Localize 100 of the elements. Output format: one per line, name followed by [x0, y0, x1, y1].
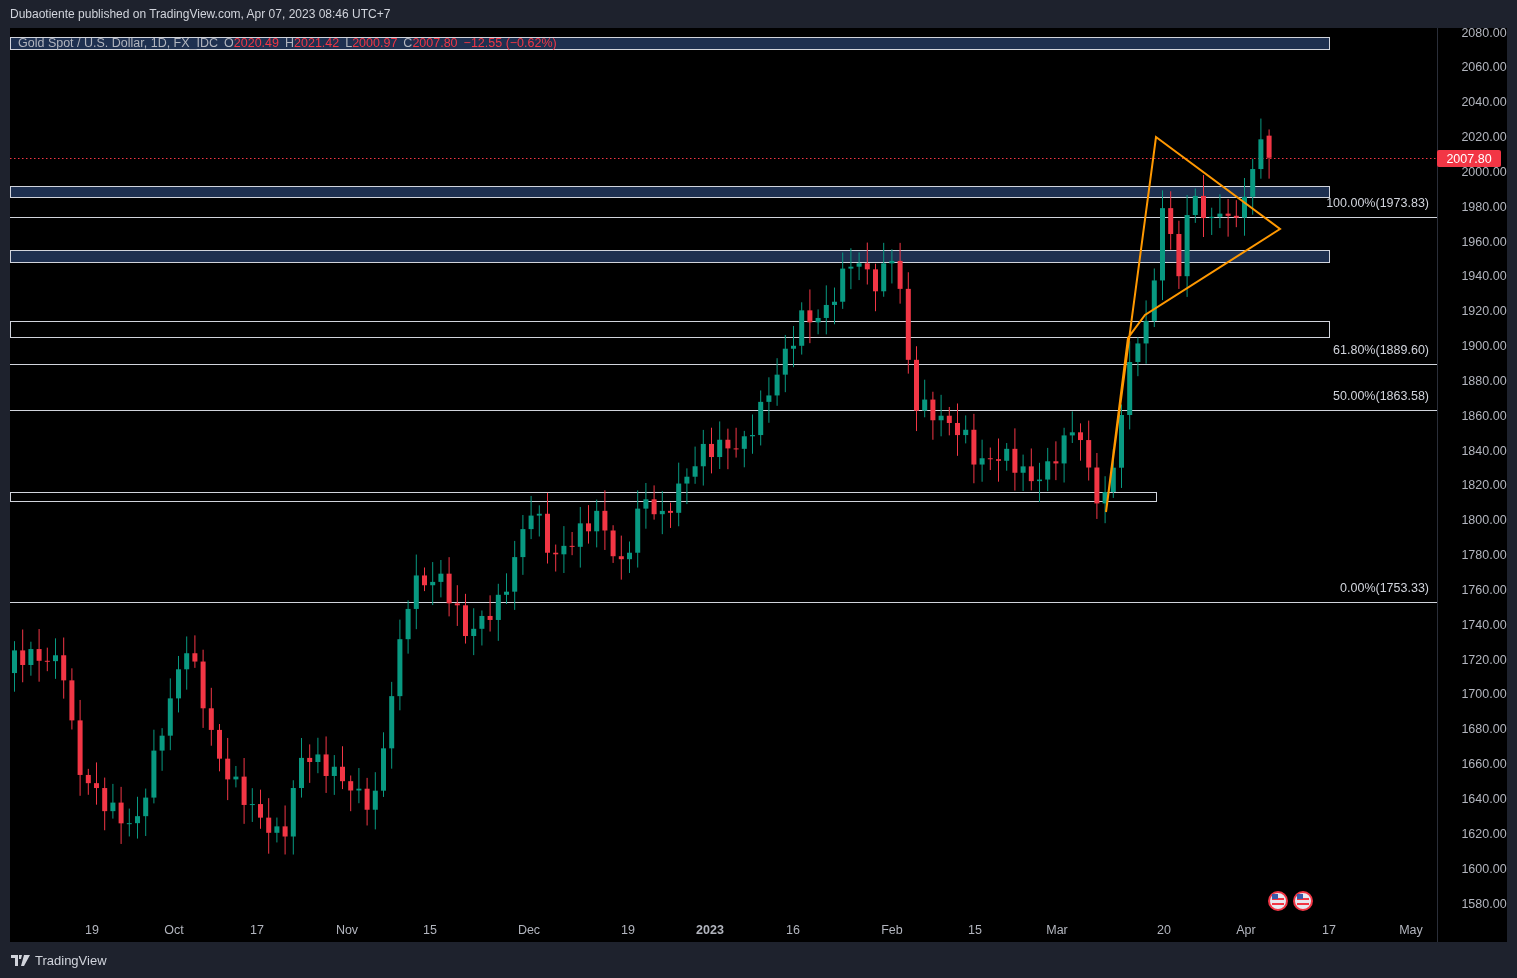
candlestick	[815, 308, 821, 335]
time-axis-label: 20	[1157, 923, 1171, 937]
candlestick	[126, 808, 132, 837]
candlestick	[348, 775, 354, 812]
candlestick	[1102, 475, 1108, 524]
time-axis-label: Apr	[1236, 923, 1256, 937]
candlestick	[750, 414, 755, 455]
time-axis-label: 15	[423, 923, 437, 937]
candlestick	[356, 767, 362, 804]
publisher-line: Dubaotiente published on TradingView.com, Apr 07, 2023 08:46 UTC+7	[10, 7, 391, 21]
candlestick	[1151, 267, 1157, 328]
price-axis-label: 1740.00	[1461, 617, 1507, 632]
candlestick	[873, 263, 878, 312]
candlestick	[618, 535, 624, 581]
time-axis-label: 17	[1322, 923, 1336, 937]
candlestick	[1225, 198, 1231, 238]
price-axis-label: 1960.00	[1461, 234, 1507, 249]
price-axis-label: 2000.00	[1461, 164, 1507, 179]
candlestick	[405, 599, 411, 655]
candlestick	[28, 641, 34, 677]
candlestick	[758, 389, 764, 446]
price-axis-label: 1860.00	[1461, 408, 1507, 423]
price-axis-label: 1760.00	[1461, 582, 1507, 597]
candlestick	[53, 637, 58, 680]
fib-level-label: 61.80%(1889.60)	[1333, 343, 1429, 357]
candlestick	[233, 765, 239, 788]
candlestick	[1045, 447, 1051, 492]
price-axis-label: 2020.00	[1461, 130, 1507, 144]
candlestick	[864, 242, 870, 285]
time-axis-label: Feb	[881, 923, 903, 937]
candlestick	[118, 786, 124, 845]
price-axis-label: 1640.00	[1461, 792, 1507, 806]
candlestick	[889, 248, 895, 284]
time-axis-label: 15	[968, 923, 982, 937]
candlestick	[979, 439, 985, 483]
candlestick	[1061, 427, 1067, 483]
candlestick	[996, 438, 1001, 483]
candlestick	[217, 723, 222, 772]
candlestick	[274, 817, 280, 843]
candlestick	[700, 429, 706, 487]
candlestick	[897, 242, 903, 305]
candlestick	[176, 655, 181, 713]
candlestick	[1143, 299, 1149, 365]
candlestick	[1242, 177, 1247, 237]
candlestick	[659, 490, 665, 535]
candlestick	[823, 284, 829, 335]
flag-icon	[1268, 891, 1288, 911]
candlestick	[340, 745, 345, 790]
price-axis-label: 2060.00	[1461, 60, 1507, 75]
price-axis-label: 1780.00	[1461, 548, 1507, 563]
candlestick	[364, 777, 370, 826]
price-axis-label: 1800.00	[1461, 513, 1507, 528]
candlestick	[110, 783, 116, 820]
time-axis-label: 17	[250, 923, 264, 937]
candlestick	[791, 325, 796, 368]
fib-level-label: 100.00%(1973.83)	[1326, 196, 1429, 210]
candlestick	[586, 504, 591, 545]
flag-icon	[1293, 891, 1313, 911]
candlestick	[266, 797, 272, 855]
candlestick	[725, 428, 731, 470]
candlestick	[85, 768, 91, 796]
candlestick	[848, 247, 854, 290]
candlestick	[946, 406, 952, 436]
price-axis-label: 1660.00	[1461, 757, 1507, 772]
candlestick	[422, 567, 427, 592]
candlestick	[832, 287, 837, 325]
candlestick	[1086, 420, 1092, 482]
candlestick	[471, 607, 477, 656]
candlestick	[1037, 462, 1042, 503]
candlestick	[807, 288, 813, 344]
candlestick	[1094, 452, 1100, 520]
price-axis-label: 1680.00	[1461, 722, 1507, 737]
candlestick	[44, 647, 50, 672]
candlestick	[1004, 442, 1010, 472]
price-axis-label: 1700.00	[1461, 687, 1507, 702]
candlestick	[1201, 174, 1206, 238]
candlestick	[184, 635, 190, 691]
last-price-tag: 2007.80	[1437, 150, 1501, 167]
candlestick	[1078, 422, 1083, 462]
candlestick	[741, 430, 747, 468]
candlestick	[774, 357, 780, 407]
candlestick	[143, 788, 149, 837]
candlestick	[463, 593, 468, 645]
candlestick	[225, 737, 231, 801]
candlestick	[454, 584, 460, 627]
candlestick	[881, 242, 887, 298]
time-axis-label: 19	[621, 923, 635, 937]
time-axis-label: May	[1399, 923, 1423, 937]
candlestick	[249, 787, 255, 823]
time-axis-label: Dec	[517, 923, 541, 937]
candlestick	[651, 484, 657, 521]
candlestick	[307, 743, 313, 784]
candlestick	[1266, 128, 1272, 180]
candlestick	[602, 489, 608, 551]
fib-level-label: 50.00%(1863.58)	[1333, 389, 1429, 403]
time-axis-label: 19	[85, 923, 99, 937]
time-axis-label: 16	[786, 923, 800, 937]
candlestick	[299, 737, 304, 799]
candlestick	[561, 525, 567, 574]
candlestick	[1020, 454, 1026, 492]
